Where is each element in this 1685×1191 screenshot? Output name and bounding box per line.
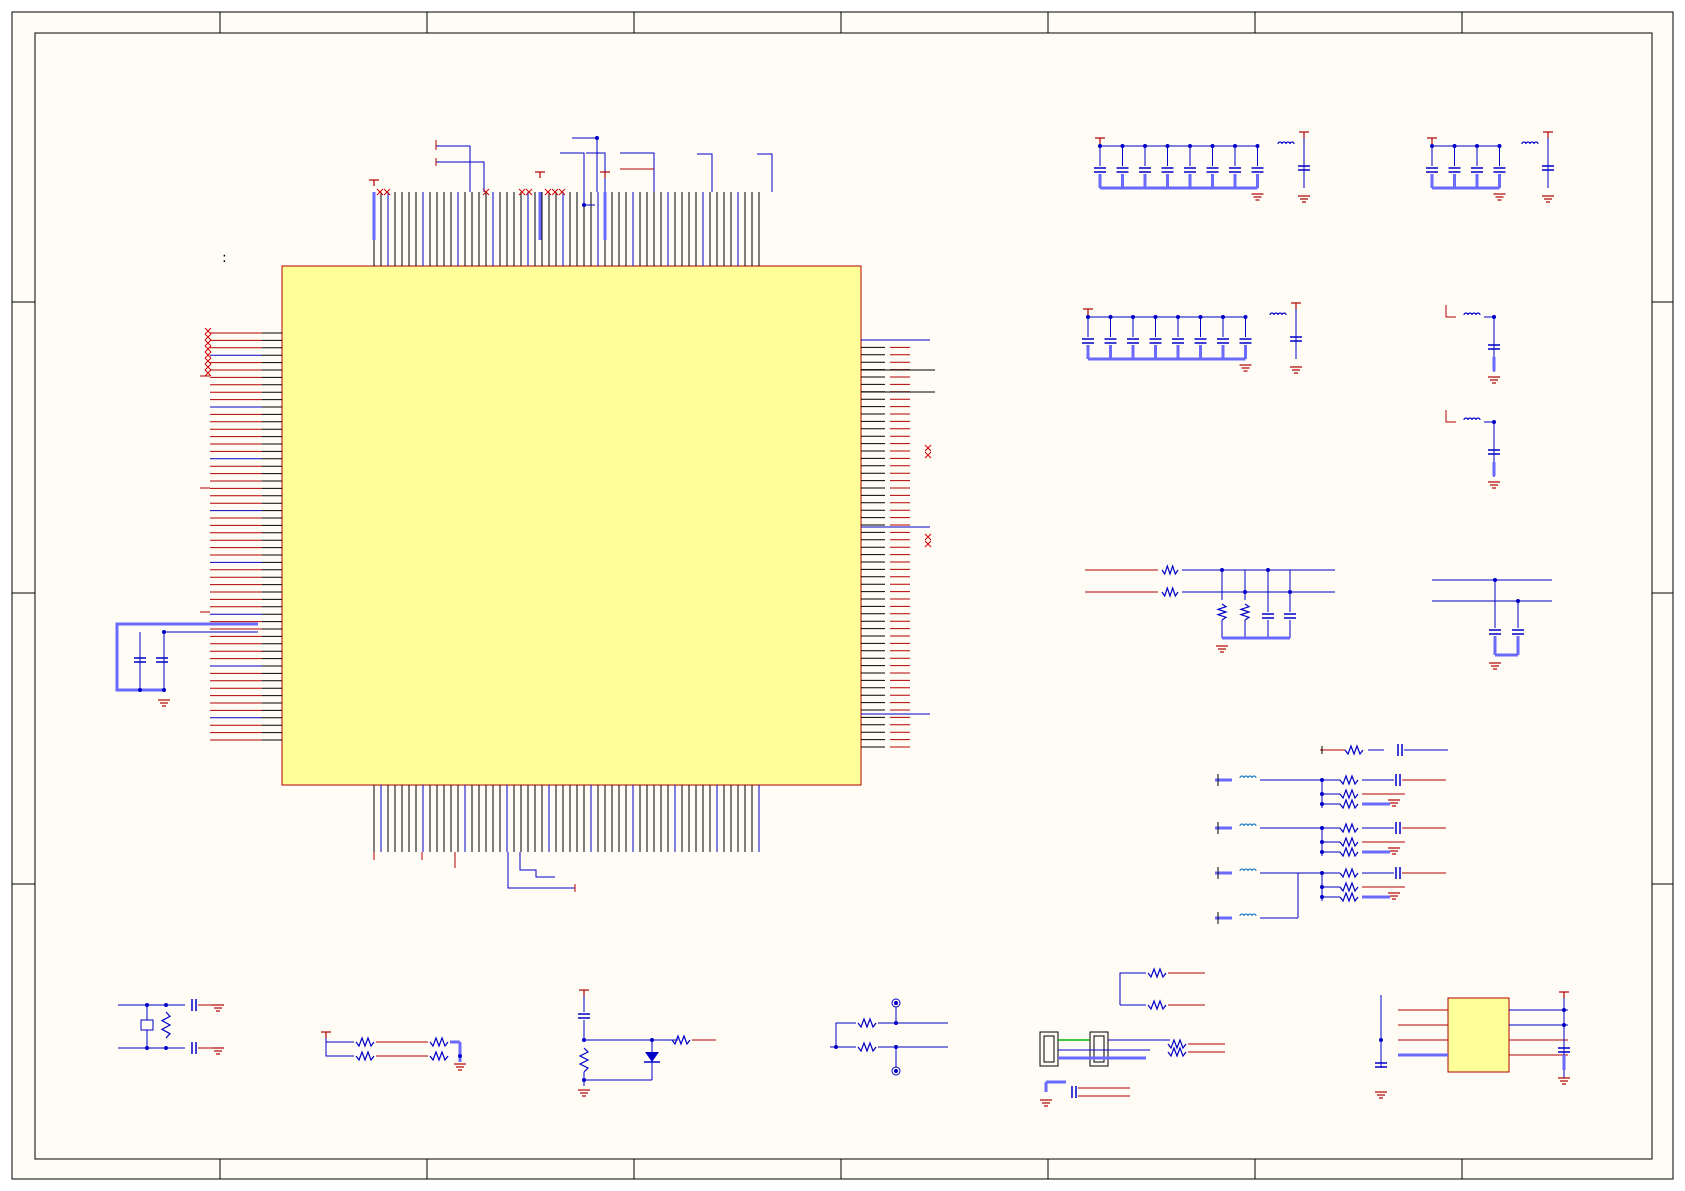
junction-dot — [1131, 315, 1135, 319]
schematic-canvas: : — [0, 0, 1685, 1191]
junction-dot — [162, 688, 166, 692]
junction-dot — [1320, 840, 1324, 844]
junction-dot — [1320, 792, 1324, 796]
junction-dot — [1210, 144, 1215, 148]
junction-dot — [1120, 144, 1125, 148]
junction-dot — [1452, 144, 1457, 148]
junction-dot — [1086, 315, 1090, 319]
junction-dot — [145, 1046, 149, 1050]
junction-dot — [1188, 144, 1192, 148]
junction-dot — [894, 1069, 898, 1073]
junction-dot — [1165, 144, 1170, 148]
junction-dot — [1562, 1008, 1566, 1012]
junction-dot — [138, 688, 142, 692]
junction-dot — [1320, 885, 1324, 889]
junction-dot — [1176, 315, 1180, 319]
junction-dot — [894, 1021, 898, 1025]
junction-dot — [1492, 315, 1496, 319]
junction-dot — [1320, 850, 1324, 854]
junction-dot — [164, 1046, 168, 1050]
junction-dot — [1153, 315, 1158, 319]
junction-dot — [1233, 144, 1237, 148]
junction-dot — [1493, 578, 1497, 582]
junction-dot — [894, 1045, 898, 1049]
junction-dot — [582, 1078, 586, 1082]
junction-dot — [1221, 315, 1225, 319]
junction-dot — [1492, 420, 1496, 424]
junction-dot — [582, 203, 586, 207]
schematic-window: : — [0, 0, 1685, 1191]
junction-dot — [582, 1038, 586, 1042]
junction-dot — [894, 1001, 898, 1005]
junction-dot — [458, 1054, 462, 1058]
junction-dot — [595, 136, 599, 140]
junction-dot — [1143, 144, 1147, 148]
junction-dot — [834, 1045, 838, 1049]
junction-dot — [1243, 315, 1248, 319]
junction-dot — [1379, 1038, 1383, 1042]
junction-dot — [1430, 144, 1434, 148]
junction-dot — [1320, 895, 1324, 899]
junction-dot — [650, 1038, 654, 1042]
junction-dot — [1320, 871, 1324, 875]
junction-dot — [1320, 802, 1324, 806]
junction-dot — [1255, 144, 1260, 148]
junction-dot — [162, 630, 166, 634]
junction-dot — [164, 1003, 168, 1007]
junction-dot — [1516, 599, 1520, 603]
junction-dot — [1098, 144, 1102, 148]
junction-dot — [1320, 826, 1324, 830]
junction-dot — [1497, 144, 1502, 148]
junction-dot — [1198, 315, 1203, 319]
junction-dot — [1562, 1023, 1566, 1027]
junction-dot — [1266, 568, 1270, 572]
junction-dot — [1220, 568, 1224, 572]
junction-dot — [1108, 315, 1113, 319]
junction-dot — [1320, 778, 1324, 782]
junction-dot — [1288, 590, 1292, 594]
label-mark: : — [222, 250, 227, 266]
junction-dot — [1475, 144, 1479, 148]
junction-dot — [145, 1003, 149, 1007]
junction-dot — [1243, 590, 1247, 594]
eeprom-body — [1447, 997, 1510, 1073]
main-ic-body — [281, 265, 862, 786]
